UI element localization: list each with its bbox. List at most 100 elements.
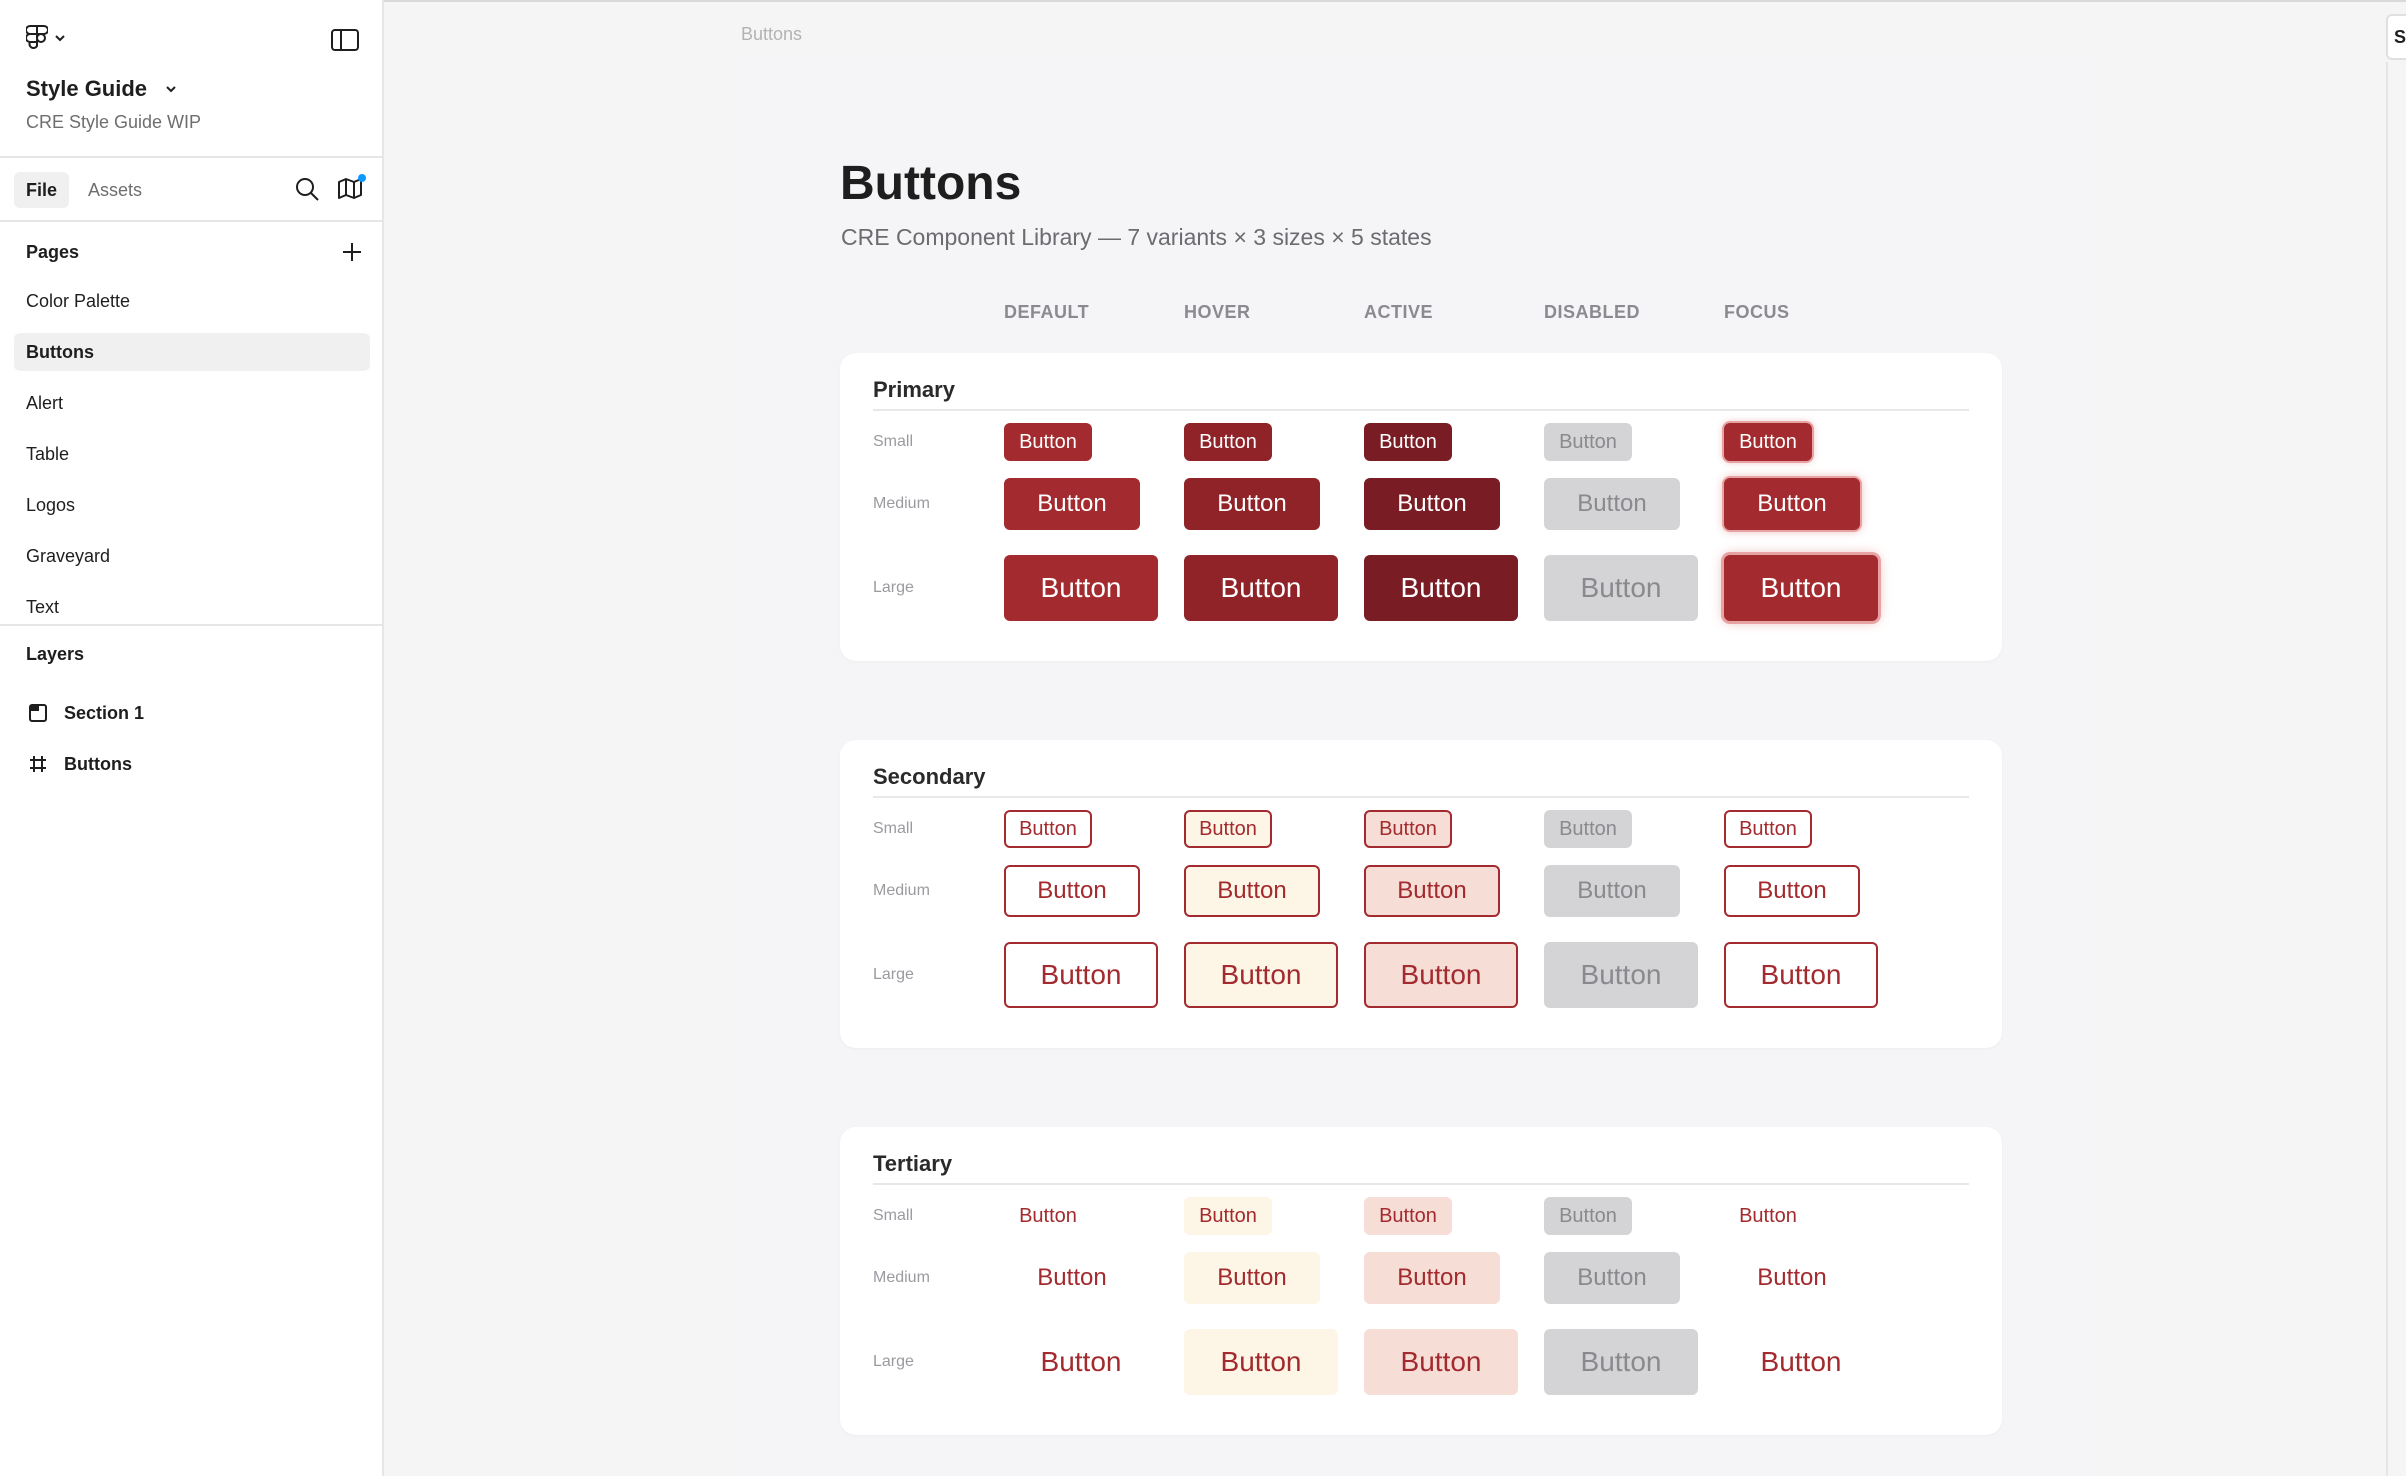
primary-small-focus-button[interactable]: Button: [1724, 423, 1812, 461]
page-item-buttons[interactable]: Buttons: [14, 333, 370, 371]
layer-label: Section 1: [64, 702, 145, 723]
divider: [873, 796, 1969, 798]
primary-small-default-button[interactable]: Button: [1004, 423, 1092, 461]
figma-logo-icon: [26, 25, 48, 49]
primary-small-disabled-button[interactable]: Button: [1544, 423, 1632, 461]
tertiary-small-focus-button[interactable]: Button: [1724, 1197, 1812, 1235]
size-label-small: Small: [873, 820, 914, 837]
secondary-medium-active-button[interactable]: Button: [1364, 865, 1500, 917]
tertiary-small-disabled-button[interactable]: Button: [1544, 1197, 1632, 1235]
page-subtitle: CRE Component Library — 7 variants × 3 s…: [841, 224, 1432, 250]
secondary-large-focus-button[interactable]: Button: [1724, 942, 1878, 1008]
primary-large-hover-button[interactable]: Button: [1184, 555, 1338, 621]
left-sidebar: Style Guide CRE Style Guide WIP File Ass…: [0, 0, 384, 1476]
page-item-alert[interactable]: Alert: [14, 384, 370, 422]
tab-file[interactable]: File: [14, 172, 70, 208]
secondary-medium-disabled-button[interactable]: Button: [1544, 865, 1680, 917]
secondary-small-disabled-button[interactable]: Button: [1544, 810, 1632, 848]
secondary-medium-focus-button[interactable]: Button: [1724, 865, 1860, 917]
variant-title: Tertiary: [873, 1151, 953, 1176]
secondary-large-disabled-button[interactable]: Button: [1544, 942, 1698, 1008]
size-label-small: Small: [873, 433, 914, 450]
secondary-medium-default-button[interactable]: Button: [1004, 865, 1140, 917]
primary-large-disabled-button[interactable]: Button: [1544, 555, 1698, 621]
column-header-disabled: DISABLED: [1544, 302, 1641, 322]
secondary-large-active-button[interactable]: Button: [1364, 942, 1518, 1008]
tertiary-medium-active-button[interactable]: Button: [1364, 1252, 1500, 1304]
tertiary-medium-hover-button[interactable]: Button: [1184, 1252, 1320, 1304]
size-label-large: Large: [873, 1353, 914, 1370]
primary-small-hover-button[interactable]: Button: [1184, 423, 1272, 461]
variant-card-secondary: Secondary Small Button Button Button Button Bu…: [840, 740, 2002, 1048]
layers-header: Layers: [26, 644, 85, 664]
share-button-partial[interactable]: S: [2386, 14, 2406, 60]
tertiary-large-default-button[interactable]: Button: [1004, 1329, 1158, 1395]
size-label-large: Large: [873, 966, 914, 983]
search-icon[interactable]: [294, 176, 320, 202]
primary-medium-disabled-button[interactable]: Button: [1544, 478, 1680, 530]
column-header-default: DEFAULT: [1004, 302, 1090, 322]
page-item-color-palette[interactable]: Color Palette: [14, 282, 370, 320]
variant-card-primary: Primary Small Button Button Button Button Butt…: [840, 353, 2002, 661]
page-title: Buttons: [840, 157, 1022, 210]
file-title-text: Style Guide: [26, 76, 148, 101]
add-page-icon[interactable]: [338, 238, 366, 266]
size-label-medium: Medium: [873, 1269, 930, 1286]
frame-hash-icon: [30, 756, 46, 772]
size-label-medium: Medium: [873, 882, 930, 899]
size-label-small: Small: [873, 1207, 914, 1224]
primary-large-focus-button[interactable]: Button: [1724, 555, 1878, 621]
secondary-small-hover-button[interactable]: Button: [1184, 810, 1272, 848]
library-icon[interactable]: [336, 174, 366, 202]
column-header-active: ACTIVE: [1364, 302, 1434, 322]
page-item-text[interactable]: Text: [14, 588, 370, 626]
divider: [873, 1183, 1969, 1185]
frame-label[interactable]: Buttons: [741, 24, 802, 45]
primary-large-default-button[interactable]: Button: [1004, 555, 1158, 621]
size-label-medium: Medium: [873, 495, 930, 512]
page-item-logos[interactable]: Logos: [14, 486, 370, 524]
tertiary-small-default-button[interactable]: Button: [1004, 1197, 1092, 1235]
primary-small-active-button[interactable]: Button: [1364, 423, 1452, 461]
divider: [873, 409, 1969, 411]
size-label-large: Large: [873, 579, 914, 596]
secondary-small-focus-button[interactable]: Button: [1724, 810, 1812, 848]
page-item-table[interactable]: Table: [14, 435, 370, 473]
tertiary-medium-disabled-button[interactable]: Button: [1544, 1252, 1680, 1304]
primary-medium-active-button[interactable]: Button: [1364, 478, 1500, 530]
tertiary-large-active-button[interactable]: Button: [1364, 1329, 1518, 1395]
secondary-large-hover-button[interactable]: Button: [1184, 942, 1338, 1008]
divider: [0, 624, 384, 626]
primary-medium-hover-button[interactable]: Button: [1184, 478, 1320, 530]
sidebar-toggle-icon[interactable]: [330, 28, 360, 52]
file-subtitle: CRE Style Guide WIP: [26, 112, 202, 132]
tertiary-small-hover-button[interactable]: Button: [1184, 1197, 1272, 1235]
chevron-down-icon: [55, 35, 65, 42]
variant-card-tertiary: Tertiary Small Button Button Button Button But…: [840, 1127, 2002, 1435]
layer-section-1[interactable]: Section 1: [28, 696, 144, 730]
chevron-down-icon: [166, 86, 176, 93]
secondary-small-default-button[interactable]: Button: [1004, 810, 1092, 848]
layer-label: Buttons: [64, 753, 132, 774]
tab-assets[interactable]: Assets: [76, 172, 154, 208]
tertiary-large-hover-button[interactable]: Button: [1184, 1329, 1338, 1395]
variant-title: Secondary: [873, 764, 986, 789]
main-menu-button[interactable]: [26, 24, 66, 52]
secondary-small-active-button[interactable]: Button: [1364, 810, 1452, 848]
file-title[interactable]: Style Guide: [26, 76, 177, 102]
tertiary-small-active-button[interactable]: Button: [1364, 1197, 1452, 1235]
tertiary-medium-default-button[interactable]: Button: [1004, 1252, 1140, 1304]
primary-medium-focus-button[interactable]: Button: [1724, 478, 1860, 530]
page-item-graveyard[interactable]: Graveyard: [14, 537, 370, 575]
right-panel-border: [2386, 62, 2388, 1476]
primary-large-active-button[interactable]: Button: [1364, 555, 1518, 621]
column-header-hover: HOVER: [1184, 302, 1251, 322]
secondary-medium-hover-button[interactable]: Button: [1184, 865, 1320, 917]
primary-medium-default-button[interactable]: Button: [1004, 478, 1140, 530]
tertiary-large-disabled-button[interactable]: Button: [1544, 1329, 1698, 1395]
tertiary-large-focus-button[interactable]: Button: [1724, 1329, 1878, 1395]
tertiary-medium-focus-button[interactable]: Button: [1724, 1252, 1860, 1304]
layer-buttons-frame[interactable]: Buttons: [28, 747, 132, 781]
section-icon: [29, 704, 47, 722]
secondary-large-default-button[interactable]: Button: [1004, 942, 1158, 1008]
